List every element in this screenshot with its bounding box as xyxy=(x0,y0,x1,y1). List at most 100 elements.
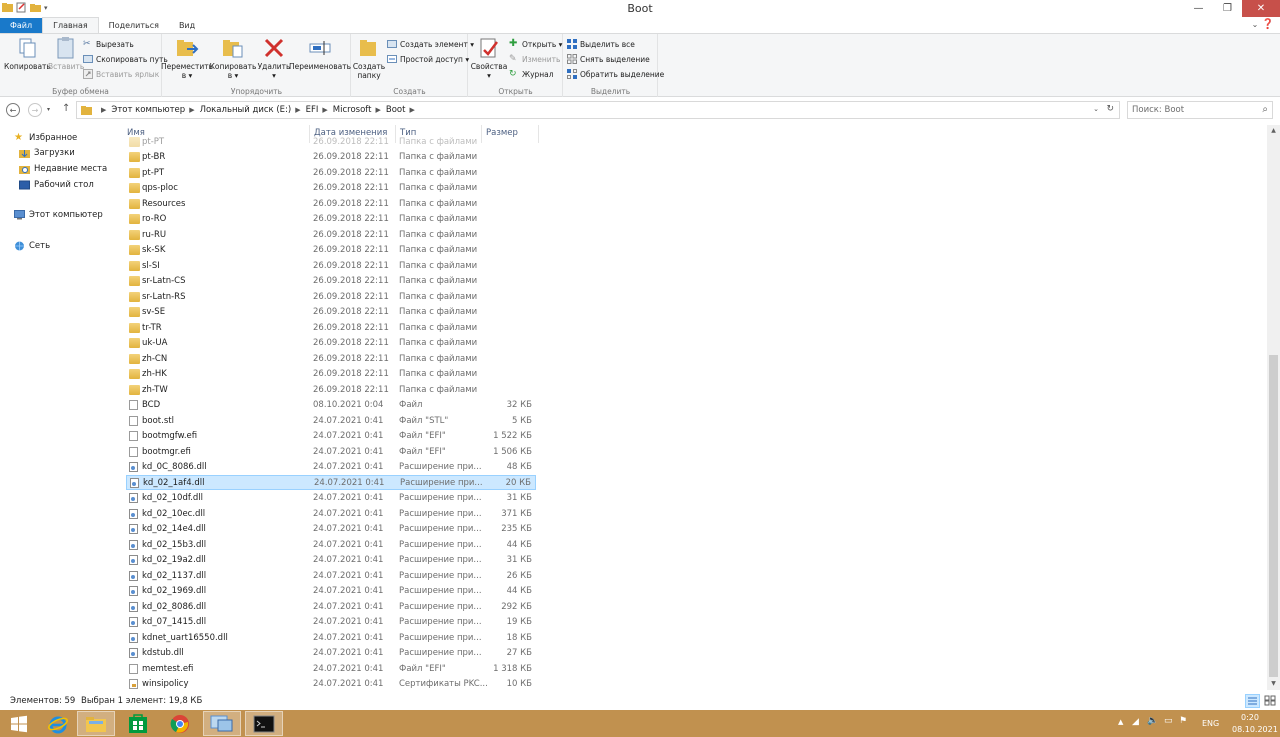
cut-button[interactable]: ✂ Вырезать xyxy=(83,39,134,49)
input-language[interactable]: ENG xyxy=(1202,719,1219,728)
file-row[interactable]: pt-PT 26.09.2018 22:11 Папка с файлами xyxy=(126,165,536,180)
file-row[interactable]: boot.stl 24.07.2021 0:41 Файл "STL" 5 КБ xyxy=(126,413,536,428)
file-row[interactable]: winsipolicy 24.07.2021 0:41 Сертификаты PK… xyxy=(126,677,536,692)
address-dropdown-icon[interactable]: ⌄ xyxy=(1093,105,1099,113)
file-row[interactable]: kd_02_14e4.dll 24.07.2021 0:41 Расширение … xyxy=(126,522,536,537)
copy-button[interactable]: Копировать xyxy=(4,36,51,71)
copy-path-button[interactable]: Скопировать путь xyxy=(83,54,168,64)
file-row[interactable]: kd_02_10ec.dll 24.07.2021 0:41 Расширение … xyxy=(126,506,536,521)
file-row[interactable]: pt-PT 26.09.2018 22:11 Папка с файлами xyxy=(126,134,536,149)
breadcrumb-this-pc[interactable]: Этот компьютер xyxy=(111,105,185,115)
large-icons-view-button[interactable] xyxy=(1263,694,1278,708)
file-row[interactable]: bootmgfw.efi 24.07.2021 0:41 Файл "EFI" 1 5… xyxy=(126,429,536,444)
file-row[interactable]: sl-SI 26.09.2018 22:11 Папка с файлами xyxy=(126,258,536,273)
paste-shortcut-button[interactable]: Вставить ярлык xyxy=(83,69,159,79)
flag-icon[interactable]: ⚑ xyxy=(1179,716,1187,726)
nav-network[interactable]: Сеть xyxy=(14,241,50,251)
column-divider[interactable] xyxy=(538,125,539,143)
move-to-button[interactable]: Переместить в ▾ xyxy=(161,36,213,80)
file-row[interactable]: uk-UA 26.09.2018 22:11 Папка с файлами xyxy=(126,336,536,351)
tab-view[interactable]: Вид xyxy=(169,18,205,33)
network-status-icon[interactable]: ◢ xyxy=(1132,717,1139,727)
open-button[interactable]: ✚ Открыть ▾ xyxy=(509,39,562,49)
breadcrumb-drive-e[interactable]: Локальный диск (E:) xyxy=(200,105,292,115)
nav-downloads[interactable]: Загрузки xyxy=(19,148,75,158)
file-row[interactable]: ru-RU 26.09.2018 22:11 Папка с файлами xyxy=(126,227,536,242)
taskbar-file-explorer[interactable] xyxy=(77,711,115,736)
tab-home[interactable]: Главная xyxy=(42,17,99,33)
nav-desktop[interactable]: Рабочий стол xyxy=(19,180,94,190)
file-row[interactable]: ro-RO 26.09.2018 22:11 Папка с файлами xyxy=(126,212,536,227)
help-icon[interactable]: ❓ xyxy=(1262,19,1274,30)
expand-ribbon-icon[interactable]: ⌄ xyxy=(1252,20,1259,29)
file-row[interactable]: zh-CN 26.09.2018 22:11 Папка с файлами xyxy=(126,351,536,366)
address-bar[interactable]: ▶ Этот компьютер ▶ Локальный диск (E:) ▶… xyxy=(76,101,1120,119)
edit-button[interactable]: ✎ Изменить xyxy=(509,54,560,64)
taskbar-remote-desktop[interactable] xyxy=(203,711,241,736)
breadcrumb-separator-icon[interactable]: ▶ xyxy=(322,106,327,114)
nav-recent-places[interactable]: Недавние места xyxy=(19,164,107,174)
tab-file[interactable]: Файл xyxy=(0,18,43,33)
delete-button[interactable]: Удалить ▾ xyxy=(258,36,290,80)
nav-this-pc[interactable]: Этот компьютер xyxy=(14,210,103,220)
file-row[interactable]: tr-TR 26.09.2018 22:11 Папка с файлами xyxy=(126,320,536,335)
easy-access-button[interactable]: Простой доступ ▾ xyxy=(387,54,469,64)
clock-time[interactable]: 0:20 xyxy=(1241,713,1259,722)
search-input[interactable]: Поиск: Boot ⌕ xyxy=(1127,101,1273,119)
breadcrumb-efi[interactable]: EFI xyxy=(306,105,319,115)
file-row[interactable]: zh-HK 26.09.2018 22:11 Папка с файлами xyxy=(126,367,536,382)
forward-button[interactable]: → xyxy=(28,103,42,117)
minimize-button[interactable]: — xyxy=(1184,0,1213,17)
new-item-button[interactable]: Создать элемент ▾ xyxy=(387,39,474,49)
close-button[interactable]: ✕ xyxy=(1242,0,1280,17)
file-row[interactable]: kdstub.dll 24.07.2021 0:41 Расширение при.… xyxy=(126,646,536,661)
taskbar-store[interactable] xyxy=(119,711,157,736)
file-row[interactable]: kd_02_1af4.dll 24.07.2021 0:41 Расширение … xyxy=(126,475,536,490)
file-row[interactable]: sk-SK 26.09.2018 22:11 Папка с файлами xyxy=(126,243,536,258)
breadcrumb-separator-icon[interactable]: ▶ xyxy=(409,106,414,114)
clock-date[interactable]: 08.10.2021 xyxy=(1232,725,1278,734)
breadcrumb-boot[interactable]: Boot xyxy=(386,105,406,115)
search-icon[interactable]: ⌕ xyxy=(1262,104,1268,115)
refresh-icon[interactable]: ↻ xyxy=(1106,104,1114,114)
volume-icon[interactable]: 🔈 xyxy=(1147,716,1158,726)
breadcrumb-separator-icon[interactable]: ▶ xyxy=(375,106,380,114)
file-row[interactable]: sv-SE 26.09.2018 22:11 Папка с файлами xyxy=(126,305,536,320)
file-row[interactable]: kd_02_8086.dll 24.07.2021 0:41 Расширение … xyxy=(126,599,536,614)
file-row[interactable]: sr-Latn-CS 26.09.2018 22:11 Папка с файлам… xyxy=(126,274,536,289)
new-folder-button[interactable]: Создать папку xyxy=(353,36,385,80)
file-row[interactable]: kd_02_15b3.dll 24.07.2021 0:41 Расширение … xyxy=(126,537,536,552)
invert-selection-button[interactable]: Обратить выделение xyxy=(567,69,664,79)
start-button[interactable] xyxy=(0,711,38,736)
paste-button[interactable]: Вставить xyxy=(48,36,84,71)
taskbar-command-prompt[interactable] xyxy=(245,711,283,736)
taskbar-internet-explorer[interactable] xyxy=(39,711,77,736)
properties-button[interactable]: Свойства ▾ xyxy=(471,36,507,80)
maximize-button[interactable]: ❐ xyxy=(1213,0,1242,17)
file-row[interactable]: kd_0C_8086.dll 24.07.2021 0:41 Расширение … xyxy=(126,460,536,475)
ribbon-help-controls[interactable]: ⌄ ❓ xyxy=(1252,19,1274,30)
file-row[interactable]: sr-Latn-RS 26.09.2018 22:11 Папка с файлам… xyxy=(126,289,536,304)
recent-locations-icon[interactable]: ▾ xyxy=(47,106,50,113)
file-row[interactable]: kd_02_1969.dll 24.07.2021 0:41 Расширение … xyxy=(126,584,536,599)
select-all-button[interactable]: Выделить все xyxy=(567,39,635,49)
file-row[interactable]: kd_02_10df.dll 24.07.2021 0:41 Расширение … xyxy=(126,491,536,506)
rename-button[interactable]: Переименовать xyxy=(289,36,351,71)
file-row[interactable]: kd_02_1137.dll 24.07.2021 0:41 Расширение … xyxy=(126,568,536,583)
file-row[interactable]: Resources 26.09.2018 22:11 Папка с файлами xyxy=(126,196,536,211)
file-row[interactable]: kd_02_19a2.dll 24.07.2021 0:41 Расширение … xyxy=(126,553,536,568)
file-row[interactable]: bootmgr.efi 24.07.2021 0:41 Файл "EFI" 1 50… xyxy=(126,444,536,459)
copy-to-button[interactable]: Копировать в ▾ xyxy=(210,36,256,80)
scrollbar-thumb[interactable] xyxy=(1269,355,1278,677)
file-row[interactable]: zh-TW 26.09.2018 22:11 Папка с файлами xyxy=(126,382,536,397)
notifications-icon[interactable]: ▭ xyxy=(1164,716,1173,726)
file-row[interactable]: kd_07_1415.dll 24.07.2021 0:41 Расширение … xyxy=(126,615,536,630)
nav-favorites[interactable]: ★ Избранное xyxy=(14,133,77,144)
file-row[interactable]: kdnet_uart16550.dll 24.07.2021 0:41 Расшир… xyxy=(126,630,536,645)
history-button[interactable]: ↻ Журнал xyxy=(509,69,554,79)
up-arrow-icon[interactable]: ↑ xyxy=(62,103,70,114)
scroll-up-icon[interactable]: ▲ xyxy=(1267,125,1280,137)
tab-share[interactable]: Поделиться xyxy=(99,18,169,33)
show-hidden-icons-icon[interactable]: ▲ xyxy=(1118,718,1123,726)
breadcrumb-microsoft[interactable]: Microsoft xyxy=(333,105,372,115)
